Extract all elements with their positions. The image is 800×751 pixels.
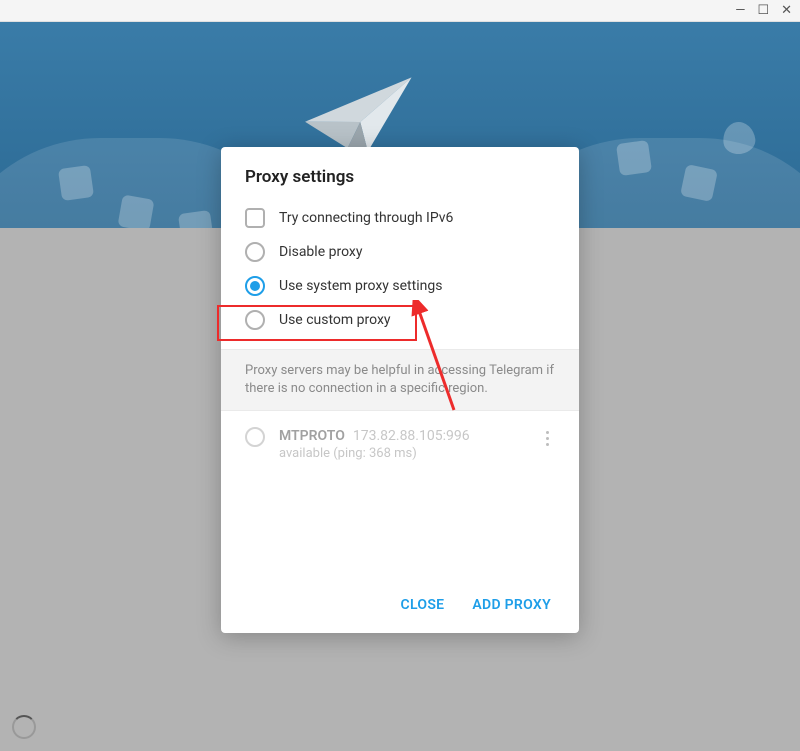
minimize-button[interactable]: — — [735, 4, 745, 17]
kebab-dot-icon — [546, 431, 549, 434]
option-label: Disable proxy — [279, 244, 362, 260]
ipv6-checkbox-row[interactable]: Try connecting through IPv6 — [245, 201, 555, 235]
radio-icon — [245, 310, 265, 330]
radio-icon — [245, 242, 265, 262]
proxy-settings-dialog: Proxy settings Try connecting through IP… — [221, 147, 579, 633]
option-label: Use custom proxy — [279, 312, 391, 328]
window-titlebar: — ☐ ✕ — [0, 0, 800, 22]
disable-proxy-radio-row[interactable]: Disable proxy — [245, 235, 555, 269]
proxy-options-group: Try connecting through IPv6 Disable prox… — [221, 201, 579, 349]
proxy-item-menu-button[interactable] — [539, 425, 555, 446]
maximize-button[interactable]: ☐ — [757, 4, 769, 17]
info-text: Proxy servers may be helpful in accessin… — [245, 362, 555, 398]
decorative-file-icon — [680, 164, 718, 202]
option-label: Use system proxy settings — [279, 278, 442, 294]
decorative-music-icon — [58, 165, 94, 201]
proxy-name: MTPROTO — [279, 428, 345, 444]
checkbox-icon — [245, 208, 265, 228]
proxy-item-row[interactable]: MTPROTO 173.82.88.105:996 available (pin… — [245, 425, 555, 461]
proxy-status: available (ping: 368 ms) — [279, 446, 525, 461]
decorative-photo-icon — [616, 140, 652, 176]
radio-icon — [245, 276, 265, 296]
system-proxy-radio-row[interactable]: Use system proxy settings — [245, 269, 555, 303]
proxy-list: MTPROTO 173.82.88.105:996 available (pin… — [221, 411, 579, 581]
loading-spinner-icon — [12, 715, 36, 739]
close-window-button[interactable]: ✕ — [781, 4, 792, 17]
kebab-dot-icon — [546, 443, 549, 446]
proxy-address: 173.82.88.105:996 — [353, 428, 470, 444]
custom-proxy-radio-row[interactable]: Use custom proxy — [245, 303, 555, 337]
info-strip: Proxy servers may be helpful in accessin… — [221, 349, 579, 411]
decorative-camera-icon — [178, 210, 214, 228]
dialog-footer: CLOSE ADD PROXY — [221, 581, 579, 633]
radio-icon — [245, 427, 265, 447]
proxy-item-text: MTPROTO 173.82.88.105:996 available (pin… — [279, 425, 525, 461]
dialog-title: Proxy settings — [221, 147, 579, 201]
option-label: Try connecting through IPv6 — [279, 210, 453, 226]
kebab-dot-icon — [546, 437, 549, 440]
add-proxy-button[interactable]: ADD PROXY — [472, 597, 551, 613]
close-button[interactable]: CLOSE — [401, 597, 445, 613]
decorative-headphone-icon — [117, 194, 154, 228]
